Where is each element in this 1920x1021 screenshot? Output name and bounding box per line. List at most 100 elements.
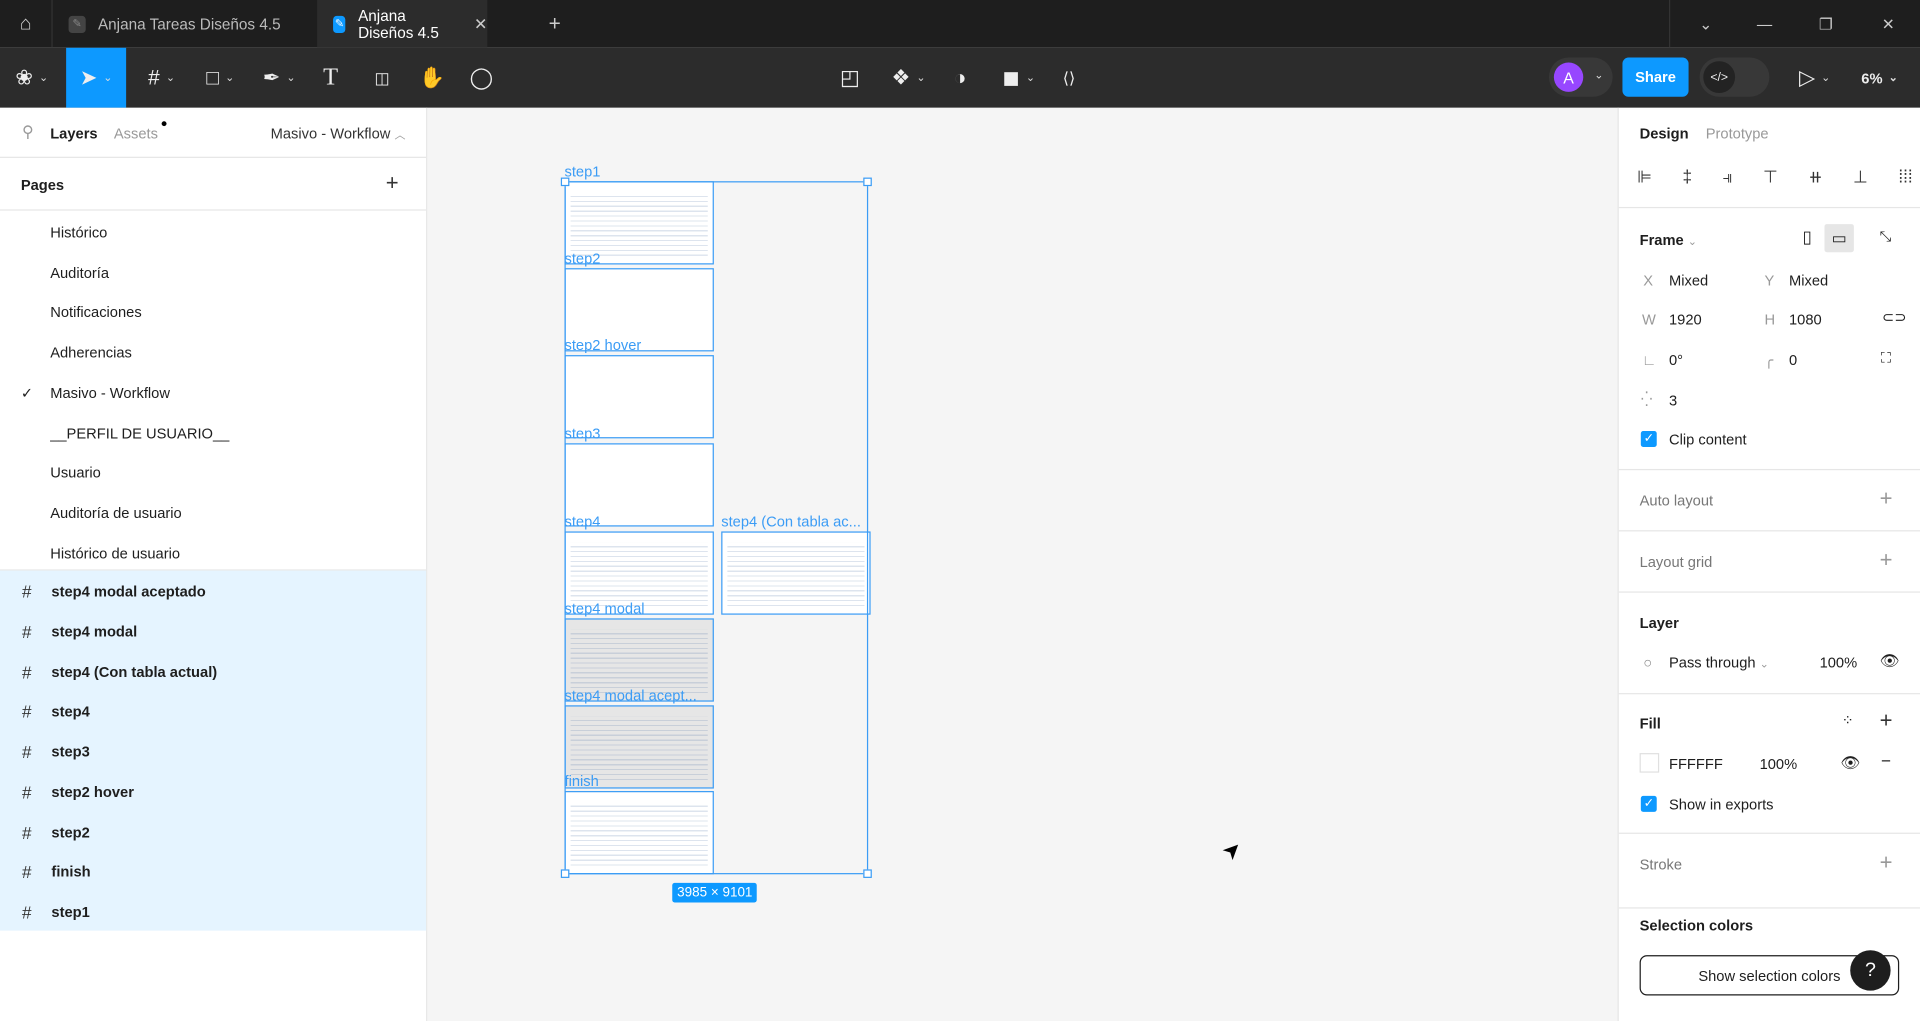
mask-button[interactable]: ◑ [944, 48, 976, 108]
resize-to-fit-icon[interactable]: ⤡ [1880, 228, 1892, 246]
tab-anjana-disenos[interactable]: ✎ Anjana Diseños 4.5 ✕ [317, 0, 488, 48]
add-page-button[interactable]: + [386, 170, 399, 196]
eye-icon[interactable]: 👁 [1880, 651, 1900, 671]
tab-prototype[interactable]: Prototype [1706, 125, 1769, 142]
tab-assets[interactable]: Assets [114, 125, 158, 142]
fill-visibility-eye-icon[interactable]: 👁 [1840, 753, 1860, 773]
search-icon[interactable]: ⚲ [22, 122, 34, 142]
multiplayer-avatars[interactable]: A ⌄ [1548, 57, 1613, 97]
page-item[interactable]: Histórico [0, 213, 426, 252]
add-layout-grid-button[interactable]: + [1880, 547, 1893, 573]
frame-label[interactable]: step1 [564, 163, 600, 180]
fill-hex-input[interactable]: FFFFFF [1669, 756, 1723, 773]
show-in-exports-checkbox[interactable]: ✓ [1640, 795, 1657, 812]
corner-radius-input[interactable]: 0 [1789, 351, 1797, 368]
page-item[interactable]: Usuario [0, 453, 426, 492]
add-fill-button[interactable]: + [1880, 708, 1893, 734]
height-input[interactable]: 1080 [1789, 311, 1822, 328]
page-item[interactable]: Auditoría de usuario [0, 493, 426, 532]
layer-item[interactable]: # step2 hover [0, 772, 426, 812]
tab-layers[interactable]: Layers [50, 125, 97, 142]
clip-count-value[interactable]: 3 [1669, 392, 1677, 409]
crop-frame-icon: ◰ [839, 65, 860, 89]
page-item[interactable]: Adherencias [0, 333, 426, 372]
page-item[interactable]: Auditoría [0, 253, 426, 292]
width-input[interactable]: 1920 [1669, 311, 1702, 328]
avatar[interactable]: A [1553, 62, 1584, 92]
frame-section-label[interactable]: Frame ⌄ [1640, 231, 1697, 248]
layer-item[interactable]: # step4 modal [0, 612, 426, 652]
x-input[interactable]: Mixed [1669, 272, 1708, 289]
align-left-icon[interactable]: ⊫ [1637, 167, 1652, 188]
component-button[interactable]: ❖ ⌄ [884, 48, 933, 108]
page-item[interactable]: ✓ Masivo - Workflow [0, 373, 426, 412]
page-item[interactable]: Notificaciones [0, 293, 426, 332]
portrait-orientation-icon[interactable]: ▯ [1802, 227, 1811, 248]
resize-handle[interactable] [863, 869, 872, 878]
boolean-button[interactable]: ◼ ⌄ [994, 48, 1043, 108]
layer-item[interactable]: # step4 modal aceptado [0, 572, 426, 612]
text-tool-button[interactable]: T [315, 48, 347, 108]
restore-button[interactable]: ❐ [1807, 0, 1844, 48]
frame-tool-button[interactable]: # ⌄ [137, 48, 186, 108]
resize-handle[interactable] [560, 177, 570, 187]
new-tab-button[interactable]: + [539, 0, 571, 48]
selection-box[interactable] [564, 181, 869, 875]
layer-item[interactable]: # step3 [0, 732, 426, 772]
resize-handle[interactable] [560, 869, 570, 878]
close-window-button[interactable]: ✕ [1870, 0, 1907, 48]
minimize-button[interactable]: — [1746, 0, 1783, 48]
code-frame-icon: ⟨⟩ [1062, 67, 1076, 87]
layer-item[interactable]: # step4 [0, 692, 426, 732]
add-stroke-button[interactable]: + [1880, 850, 1893, 876]
tab-design[interactable]: Design [1640, 125, 1689, 142]
dev-handoff-button[interactable]: ⟨⟩ [1053, 48, 1085, 108]
page-item[interactable]: Histórico de usuario [0, 533, 426, 572]
main-menu-button[interactable]: ❀ ⌄ [7, 48, 56, 108]
align-right-icon[interactable]: ⫣ [1722, 167, 1732, 188]
canvas[interactable]: step1 step2 step2 hover step3 step4 step4 mod… [427, 107, 1618, 1021]
align-bottom-icon[interactable]: ⊥ [1853, 167, 1868, 188]
dev-mode-toggle[interactable]: </> [1699, 57, 1770, 97]
tabs-dropdown-icon[interactable]: ⌄ [1687, 0, 1724, 48]
resources-button[interactable]: ◫ [365, 48, 399, 108]
landscape-orientation-icon[interactable]: ▭ [1824, 224, 1854, 253]
align-top-icon[interactable]: ⊤ [1763, 167, 1778, 188]
fill-color-swatch[interactable] [1639, 753, 1660, 773]
tab-anjana-tareas[interactable]: ✎ Anjana Tareas Diseños 4.5 [53, 0, 316, 48]
close-tab-icon[interactable]: ✕ [474, 14, 487, 34]
layer-opacity-input[interactable]: 100% [1820, 654, 1858, 671]
align-horizontal-center-icon[interactable]: ‡ [1682, 167, 1692, 188]
layer-item[interactable]: # step2 [0, 812, 426, 852]
page-switcher[interactable]: Masivo - Workflow ︿ [271, 125, 406, 142]
resize-handle[interactable] [863, 177, 872, 187]
constrain-proportions-icon[interactable]: ⊂⊃ [1882, 309, 1907, 326]
layer-item[interactable]: # step4 (Con tabla actual) [0, 652, 426, 692]
home-button[interactable]: ⌂ [0, 0, 51, 48]
page-item[interactable]: __PERFIL DE USUARIO__ [0, 413, 426, 452]
independent-corners-icon[interactable]: ⛶ [1881, 349, 1891, 367]
comment-tool-button[interactable]: ◯ [464, 48, 498, 108]
align-vertical-center-icon[interactable]: ⧺ [1808, 167, 1822, 188]
layer-item[interactable]: # step1 [0, 892, 426, 932]
styles-grid-icon[interactable]: ⁘ [1842, 711, 1854, 728]
rotation-input[interactable]: 0° [1669, 351, 1683, 368]
y-input[interactable]: Mixed [1789, 272, 1828, 289]
present-button[interactable]: ▷ ⌄ [1793, 48, 1837, 108]
pen-tool-button[interactable]: ✒ ⌄ [255, 48, 304, 108]
hand-tool-button[interactable]: ✋ [415, 48, 449, 108]
shape-tool-button[interactable]: □ ⌄ [196, 48, 245, 108]
remove-fill-button[interactable]: − [1881, 751, 1891, 771]
add-auto-layout-button[interactable]: + [1880, 486, 1893, 512]
layer-item[interactable]: # finish [0, 852, 426, 892]
move-tool-button[interactable]: ➤ ⌄ [66, 47, 127, 108]
blend-mode-dropdown[interactable]: Pass through ⌄ [1669, 654, 1769, 671]
crop-button[interactable]: ◰ [834, 48, 866, 108]
share-button[interactable]: Share [1622, 57, 1689, 97]
zoom-dropdown[interactable]: 6% ⌄ [1854, 48, 1905, 108]
clip-content-checkbox[interactable]: ✓ [1640, 431, 1657, 447]
tidy-up-icon[interactable]: ⁞⁞⁞ [1898, 167, 1912, 188]
help-button[interactable]: ? [1850, 950, 1891, 991]
fill-opacity-input[interactable]: 100% [1760, 756, 1798, 773]
fill-section-label: Fill [1639, 715, 1661, 733]
